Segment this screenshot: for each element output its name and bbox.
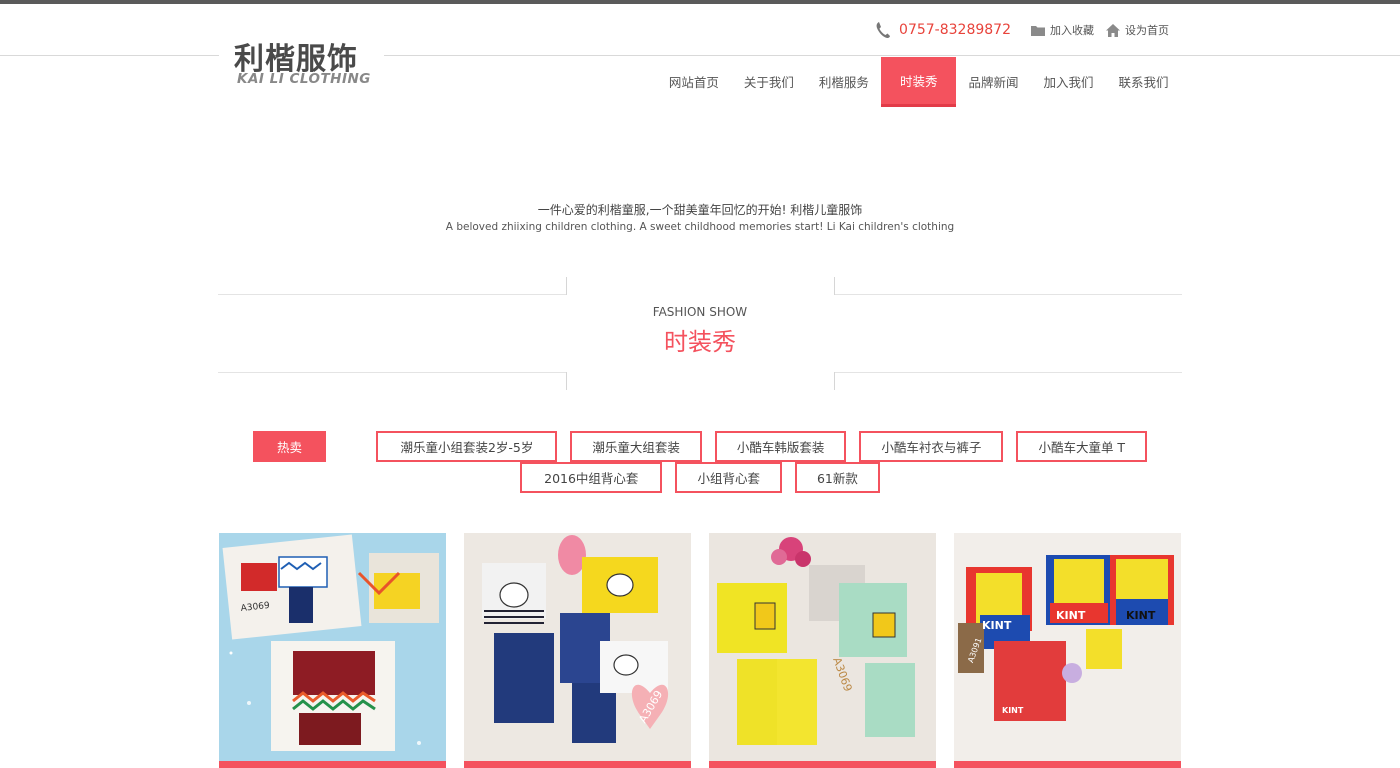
- tagline-en: A beloved zhiixing children clothing. A …: [445, 221, 955, 233]
- filter-hot[interactable]: 热卖: [252, 431, 326, 462]
- phone-icon: [876, 22, 891, 39]
- filter-tag[interactable]: 小酷车衬衣与裤子: [859, 431, 1004, 462]
- frame-line-bottom-left: [218, 372, 566, 373]
- frame-tick-bottom-right: [834, 372, 835, 390]
- filter-row-2: 2016中组背心套 小组背心套 61新款: [0, 462, 1400, 493]
- main-nav: 网站首页 关于我们 利楷服务 时装秀 品牌新闻 加入我们 联系我们: [656, 57, 1181, 107]
- product-card-bar: [954, 761, 1181, 768]
- phone-number[interactable]: 0757-83289872: [899, 22, 1011, 38]
- tagline-cn: 一件心爱的利楷童服,一个甜美童年回忆的开始! 利楷儿童服饰: [537, 203, 863, 217]
- frame-line-bottom-right: [834, 372, 1182, 373]
- frame-tick-bottom-left: [566, 372, 567, 390]
- svg-text:KINT: KINT: [1056, 609, 1086, 622]
- frame-line-top-right: [834, 294, 1182, 295]
- filter-tag[interactable]: 潮乐童小组套装2岁-5岁: [376, 431, 558, 462]
- nav-item-home[interactable]: 网站首页: [656, 57, 731, 107]
- product-image: A3069: [464, 533, 691, 761]
- section-title-cn: 时装秀: [664, 328, 736, 356]
- filter-tag[interactable]: 潮乐童大组套装: [570, 431, 702, 462]
- product-card[interactable]: A3069: [709, 533, 936, 768]
- svg-text:KINT: KINT: [1126, 609, 1156, 622]
- frame-tick-top-left: [566, 277, 567, 295]
- frame-tick-top-right: [834, 277, 835, 295]
- filter-tag[interactable]: 61新款: [794, 462, 880, 493]
- svg-text:KINT: KINT: [982, 619, 1012, 632]
- product-image: A3069: [219, 533, 446, 761]
- product-card-bar: [464, 761, 691, 768]
- filter-tag[interactable]: 小酷车大童单 T: [1016, 431, 1148, 462]
- home-icon: [1106, 23, 1120, 37]
- frame-line-top-left: [218, 294, 566, 295]
- product-card[interactable]: A3069: [219, 533, 446, 768]
- section-title-en: FASHION SHOW: [652, 305, 748, 319]
- nav-item-fashion-show[interactable]: 时装秀: [881, 57, 956, 107]
- top-links: 0757-83289872 加入收藏 设为首页: [875, 20, 1169, 40]
- logo-text-en: KAI LI CLOTHING: [237, 71, 371, 87]
- filter-tag[interactable]: 小组背心套: [675, 462, 782, 493]
- top-bar: [0, 0, 1400, 4]
- product-card[interactable]: KINT KINT KINT KINT A3091: [954, 533, 1181, 768]
- bookmark-link[interactable]: 加入收藏: [1031, 22, 1094, 38]
- header-divider: [0, 55, 1400, 56]
- filter-row-1: 热卖 潮乐童小组套装2岁-5岁 潮乐童大组套装 小酷车韩版套装 小酷车衬衣与裤子…: [0, 431, 1400, 462]
- product-image: A3069: [709, 533, 936, 761]
- nav-item-about[interactable]: 关于我们: [731, 57, 806, 107]
- svg-text:KINT: KINT: [1002, 706, 1024, 715]
- nav-item-services[interactable]: 利楷服务: [806, 57, 881, 107]
- product-card-bar: [219, 761, 446, 768]
- product-image: KINT KINT KINT KINT A3091: [954, 533, 1181, 761]
- nav-item-brand-news[interactable]: 品牌新闻: [956, 57, 1031, 107]
- product-card-bar: [709, 761, 936, 768]
- bookmark-label: 加入收藏: [1050, 24, 1094, 37]
- product-card[interactable]: A3069: [464, 533, 691, 768]
- filter-tag[interactable]: 2016中组背心套: [520, 462, 663, 493]
- folder-icon: [1031, 25, 1045, 36]
- homepage-label: 设为首页: [1125, 24, 1169, 37]
- nav-item-contact[interactable]: 联系我们: [1106, 57, 1181, 107]
- logo[interactable]: 利楷服饰 KAI LI CLOTHING: [219, 34, 384, 92]
- nav-item-join-us[interactable]: 加入我们: [1031, 57, 1106, 107]
- filter-tag[interactable]: 小酷车韩版套装: [714, 431, 847, 462]
- homepage-link[interactable]: 设为首页: [1106, 22, 1169, 38]
